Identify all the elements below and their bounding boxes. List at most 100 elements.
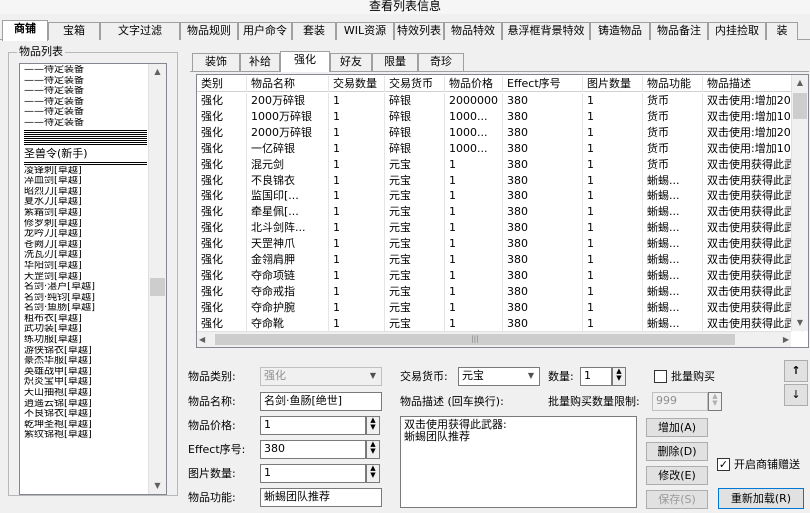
list-item[interactable]: 洗瓦刃[卓越] [20,250,149,261]
price-stepper[interactable]: ▲ ▼ [366,416,380,435]
table-hscroll-thumb[interactable]: ||| [215,334,735,345]
list-item[interactable]: ——待定装备 [20,118,149,129]
column-header[interactable]: 物品描述 [703,76,803,92]
quantity-field[interactable]: 1 [580,367,612,386]
tab-13[interactable]: 装 [766,22,798,40]
tab-6[interactable]: WIL资源 [336,22,394,40]
list-item[interactable]: 淬血剑[卓越] [20,176,149,187]
list-item[interactable]: 圣兽令(新手) [20,146,149,161]
tab-8[interactable]: 物品特效 [444,22,502,40]
subtab-0[interactable]: 装饰 [192,53,240,71]
list-item[interactable]: 逍遥云锦[卓越] [20,399,149,410]
table-vscroll[interactable]: ▲ ▼ [791,75,808,331]
column-header[interactable]: 类别 [197,76,247,92]
list-separator[interactable]: — [24,161,147,165]
list-item[interactable]: 名剑·纯钧[卓越] [20,293,149,304]
subtab-1[interactable]: 补给 [240,53,280,71]
delete-button[interactable]: 删除(D) [646,442,708,461]
tab-7[interactable]: 特效列表 [394,22,444,40]
table-scroll-up-icon[interactable]: ▲ [792,75,808,91]
list-item[interactable]: ——待定装备 [20,97,149,108]
table-scroll-left-icon[interactable]: ◀ [199,332,205,347]
list-item[interactable]: 天罡剑[卓越] [20,272,149,283]
list-item[interactable]: 粗布衣[卓越] [20,314,149,325]
list-item[interactable]: 紫纹锦袍[卓越] [20,430,149,441]
list-item[interactable]: 紫霜剑[卓越] [20,208,149,219]
list-item[interactable]: 练功服[卓越] [20,335,149,346]
table-row[interactable]: 强化 夺命护腕 1 元宝 1 380 1 蜥蜴... 双击使用获得此武 [197,299,808,316]
tab-1[interactable]: 宝箱 [48,22,100,40]
list-item[interactable]: 名剑·湛卢[卓越] [20,282,149,293]
list-item[interactable]: 苍阙刀[卓越] [20,240,149,251]
gift-checkbox[interactable]: ✓ [717,458,730,471]
column-header[interactable]: 交易货币 [385,76,445,92]
column-header[interactable]: 物品价格 [445,76,503,92]
table-row[interactable]: 强化 夺命靴 1 元宝 1 380 1 蜥蜴... 双击使用获得此武 [197,315,808,332]
move-down-button[interactable]: ↓ [784,384,808,406]
list-item[interactable]: 炽炎宝甲[卓越] [20,377,149,388]
list-item[interactable]: 游侠锦衣[卓越] [20,346,149,357]
table-row[interactable]: 强化 夺命项链 1 元宝 1 380 1 蜥蜴... 双击使用获得此武 [197,267,808,284]
quantity-stepper[interactable]: ▲ ▼ [612,367,626,386]
function-field[interactable]: 蜥蜴团队推荐 [260,488,382,507]
item-list-scrollbar[interactable]: ▲ ▼ [148,64,166,494]
list-separator[interactable]: — [24,129,147,133]
table-scroll-down-icon[interactable]: ▼ [792,315,808,331]
image-field[interactable]: 1 [260,464,366,483]
list-item[interactable]: ——待定装备 [20,65,149,76]
bulk-buy-checkbox[interactable] [654,370,667,383]
tab-12[interactable]: 内挂捡取 [708,22,766,40]
list-separator[interactable]: — [24,141,147,145]
scroll-down-arrow-icon[interactable]: ▼ [149,478,166,494]
name-field[interactable]: 名剑·鱼肠[绝世] [260,392,382,411]
currency-select[interactable]: 元宝 ▼ [458,367,540,386]
effect-field[interactable]: 380 [260,440,366,459]
list-item[interactable]: 名剑·鱼肠[卓越] [20,303,149,314]
table-row[interactable]: 强化 200万碎银 1 碎银 2000000 380 1 货币 双击使用:增加20 [197,93,808,109]
table-row[interactable]: 强化 夺命戒指 1 元宝 1 380 1 蜥蜴... 双击使用获得此武 [197,283,808,300]
move-up-button[interactable]: ↑ [784,360,808,382]
table-row[interactable]: 强化 牵星佩[... 1 元宝 1 380 1 蜥蜴... 双击使用获得此武 [197,204,808,221]
list-item[interactable]: 武功装[卓越] [20,324,149,335]
list-item[interactable]: 英雄战甲[卓越] [20,367,149,378]
table-row[interactable]: 强化 监国印[... 1 元宝 1 380 1 蜥蜴... 双击使用获得此武 [197,188,808,205]
reload-button[interactable]: 重新加载(R) [718,488,804,509]
list-item[interactable]: 夏水刀[卓越] [20,197,149,208]
list-separator[interactable]: — [24,133,147,137]
table-row[interactable]: 强化 混元剑 1 元宝 1 380 1 货币 双击使用获得此武 [197,156,808,173]
description-textarea[interactable]: 双击使用获得此武器: 蜥蜴团队推荐 [400,416,637,508]
list-item[interactable]: 凌锋刺[卓越] [20,166,149,177]
tab-11[interactable]: 物品备注 [650,22,708,40]
tab-4[interactable]: 用户命令 [238,22,292,40]
column-header[interactable]: 物品名称 [247,76,329,92]
list-item[interactable]: 修罗刺[卓越] [20,219,149,230]
list-item[interactable]: ——待定装备 [20,107,149,118]
list-item[interactable]: ——待定装备 [20,86,149,97]
list-item[interactable]: 乾坤圣袍[卓越] [20,420,149,431]
list-item[interactable]: 华阳剑[卓越] [20,261,149,272]
table-row[interactable]: 强化 金翎肩胛 1 元宝 1 380 1 蜥蜴... 双击使用获得此武 [197,252,808,268]
effect-stepper[interactable]: ▲ ▼ [366,440,380,459]
table-scroll-right-icon[interactable]: ▶ [783,332,789,347]
table-row[interactable]: 强化 2000万碎银 1 碎银 1000... 380 1 货币 双击使用:增加20 [197,124,808,141]
column-header[interactable]: Effect序号 [503,76,583,92]
table-row[interactable]: 强化 北斗剑阵... 1 元宝 1 380 1 蜥蜴... 双击使用获得此武 [197,220,808,237]
column-header[interactable]: 物品功能 [643,76,703,92]
tab-9[interactable]: 悬浮框背景特效 [502,22,590,40]
list-item[interactable]: ——待定装备 [20,76,149,87]
item-list[interactable]: ——待定装备——待定装备——待定装备——待定装备——待定装备——待定装备————… [19,63,167,495]
item-table[interactable]: 类别 物品名称 交易数量 交易货币 物品价格 Effect序号 图片数量 物品功能 物品描述 强… [196,74,809,348]
subtab-2[interactable]: 强化 [280,51,330,72]
tab-5[interactable]: 套装 [292,22,336,40]
table-row[interactable]: 强化 不良锦衣 1 元宝 1 380 1 蜥蜴... 双击使用获得此武 [197,172,808,189]
modify-button[interactable]: 修改(E) [646,466,708,485]
column-header[interactable]: 图片数量 [583,76,643,92]
subtab-4[interactable]: 限量 [372,53,418,71]
table-row[interactable]: 强化 一亿碎银 1 碎银 1000... 380 1 货币 双击使用:增加10 [197,140,808,157]
subtab-5[interactable]: 奇珍 [418,53,464,71]
price-field[interactable]: 1 [260,416,366,435]
tab-10[interactable]: 铸造物品 [590,22,650,40]
list-separator[interactable]: — [24,137,147,141]
list-item[interactable]: 豪杰华服[卓越] [20,356,149,367]
scroll-up-arrow-icon[interactable]: ▲ [149,64,166,80]
